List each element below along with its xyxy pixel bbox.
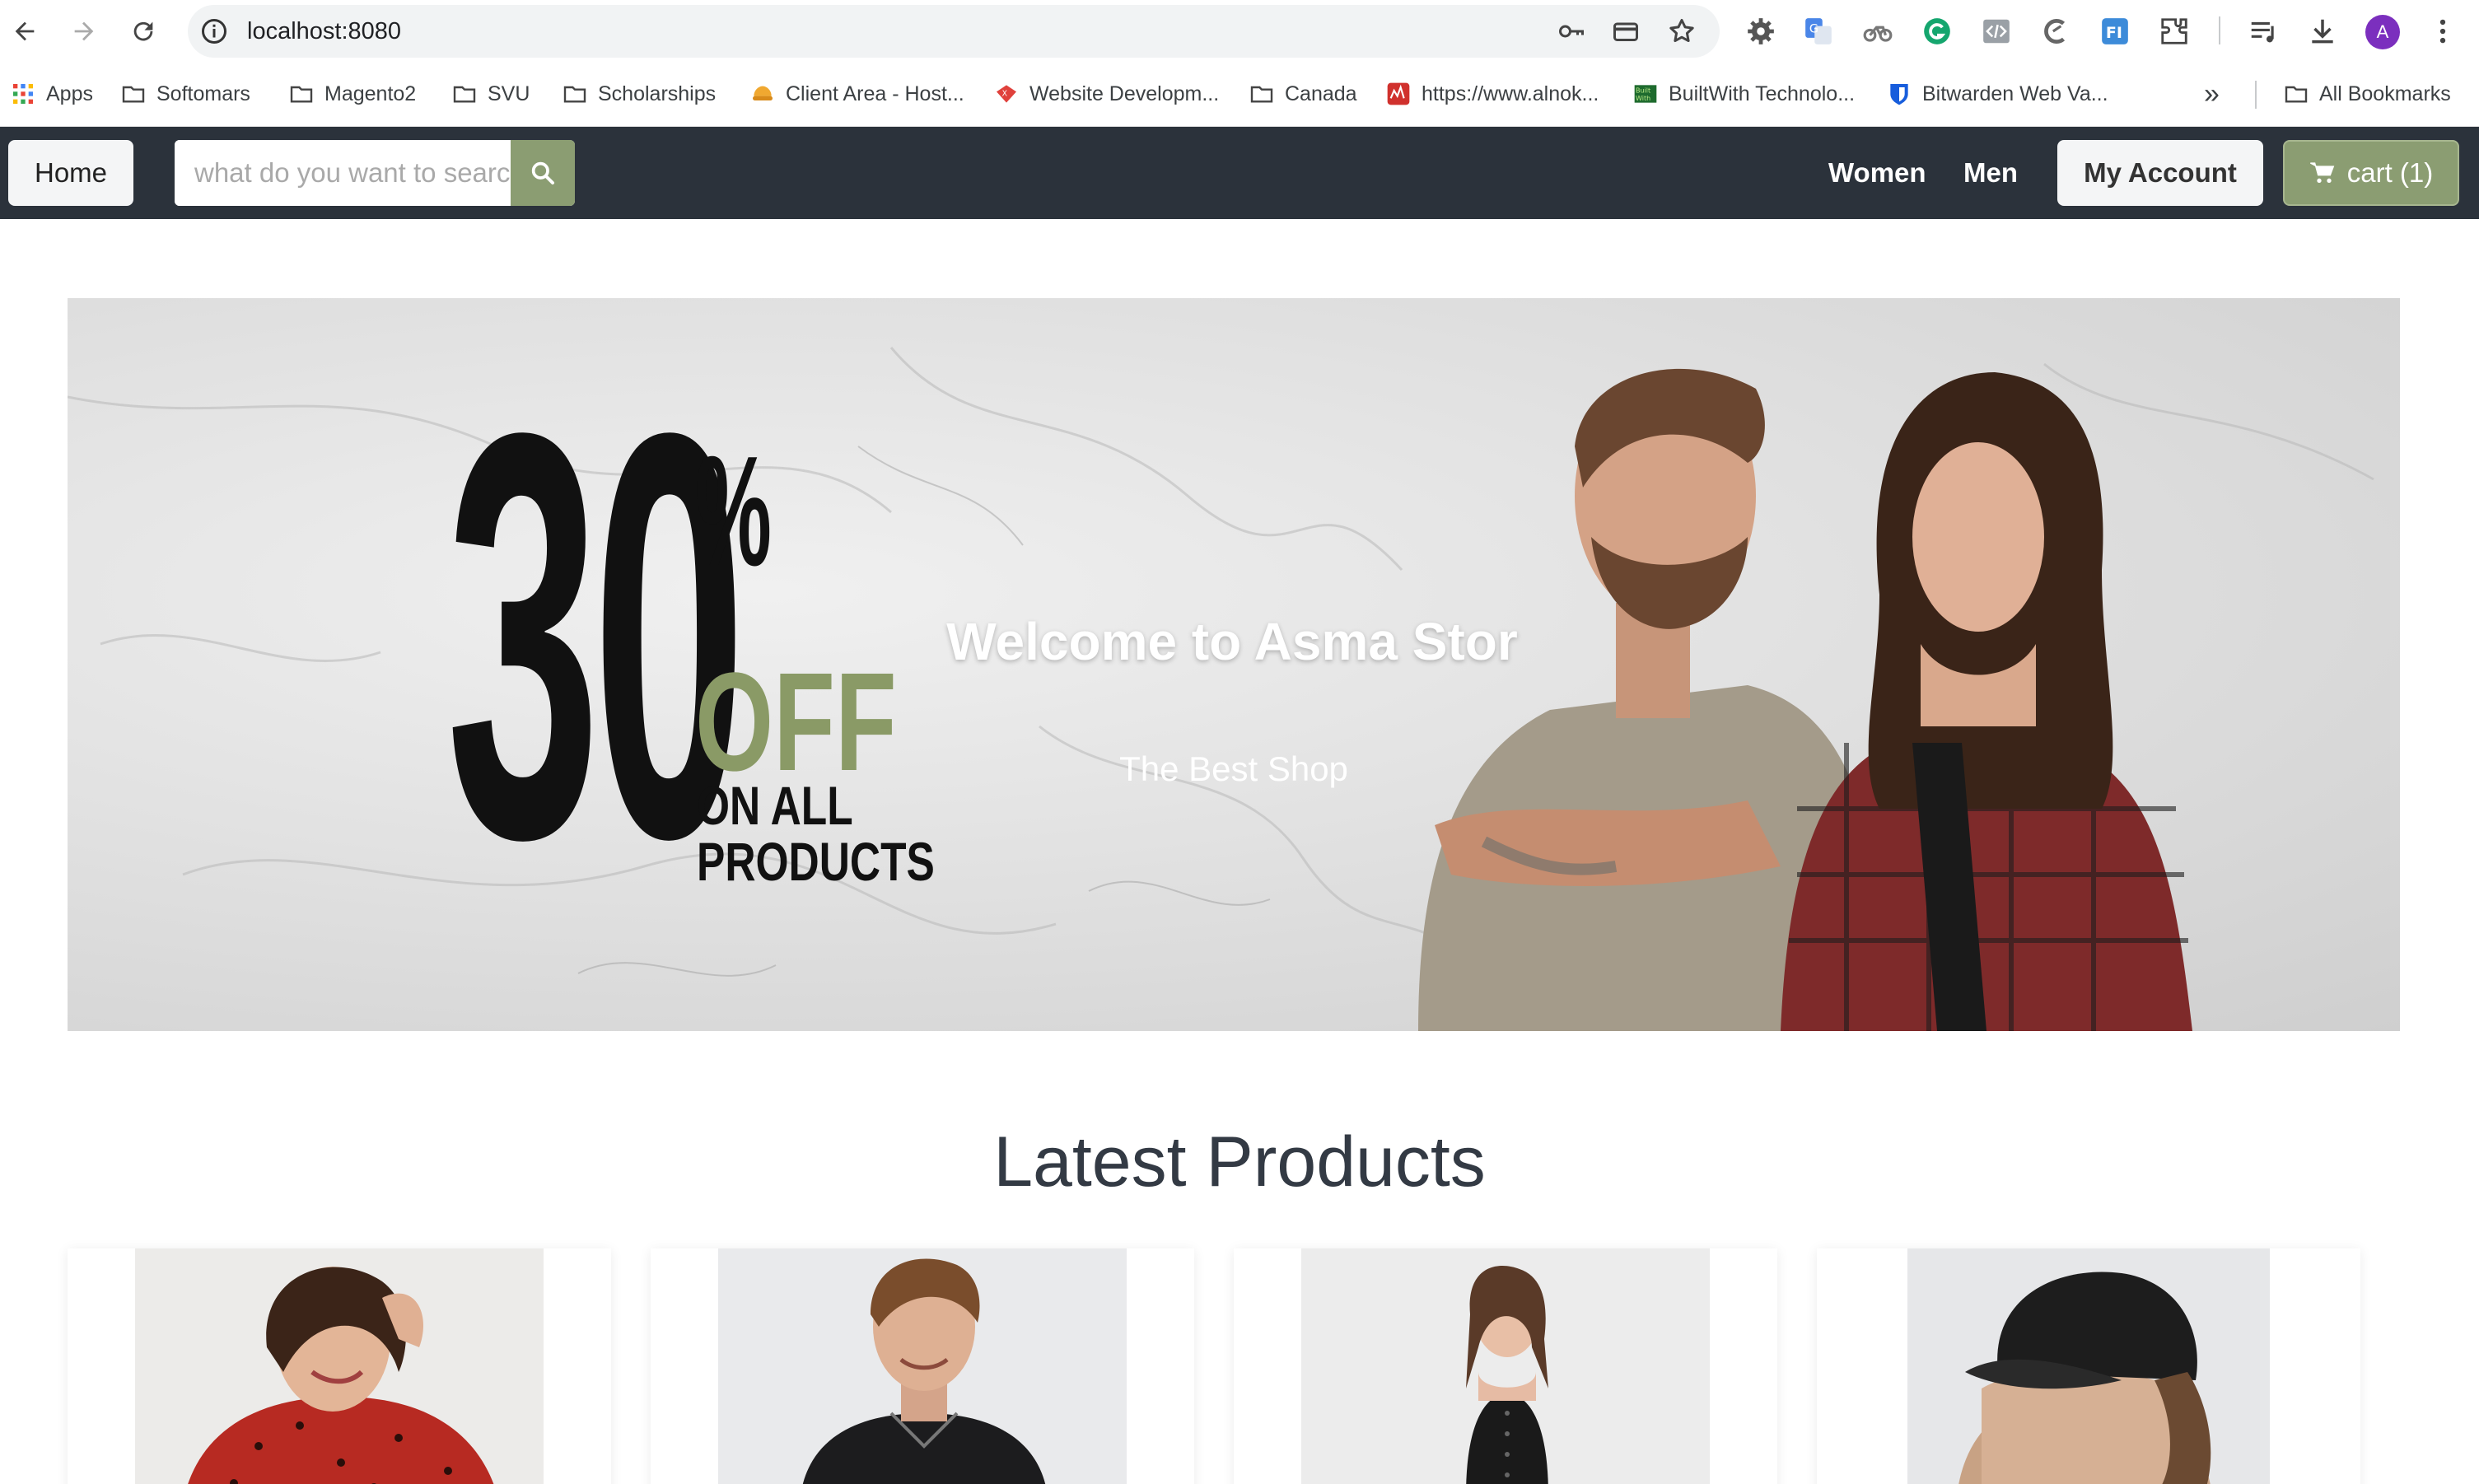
cart-label: cart (1) xyxy=(2346,157,2434,188)
browser-menu-icon[interactable] xyxy=(2425,13,2461,49)
browser-toolbar: localhost:8080 G FI A xyxy=(0,0,2479,63)
bookmark-folder-scholarships[interactable]: Scholarships xyxy=(562,77,716,110)
bookmark-label: Apps xyxy=(46,82,93,105)
website-favicon-icon: X xyxy=(993,81,1020,107)
bookmark-label: https://www.alnok... xyxy=(1422,82,1599,105)
extension-fi-icon[interactable]: FI xyxy=(2097,13,2133,49)
hosting-favicon-icon xyxy=(749,81,776,107)
profile-avatar[interactable]: A xyxy=(2365,15,2400,49)
bookmarks-overflow-chevron-icon[interactable]: » xyxy=(2204,77,2220,110)
bookmark-alnok[interactable]: https://www.alnok... xyxy=(1385,77,1599,110)
bookmark-label: Client Area - Host... xyxy=(786,82,964,105)
bookmark-label: Scholarships xyxy=(598,82,717,105)
bookmark-label: SVU xyxy=(488,82,530,105)
bookmark-folder-svu[interactable]: SVU xyxy=(451,77,530,110)
svg-text:FI: FI xyxy=(2106,24,2122,42)
product-image-man-black-polo[interactable] xyxy=(718,1248,1127,1484)
nav-link-men[interactable]: Men xyxy=(1963,152,2018,194)
bookmark-bitwarden[interactable]: Bitwarden Web Va... xyxy=(1886,77,2108,110)
alnok-favicon-icon xyxy=(1385,81,1412,107)
builtwith-favicon-icon: Built With xyxy=(1632,81,1659,107)
folder-icon xyxy=(2283,81,2309,107)
hero-banner: 30 % OFF ON ALL PRODUCTS Welcome to Asma… xyxy=(68,298,2400,1031)
bookmark-client-area[interactable]: Client Area - Host... xyxy=(749,77,964,110)
nav-link-women[interactable]: Women xyxy=(1828,152,1926,194)
back-button[interactable] xyxy=(5,12,44,51)
google-translate-icon[interactable]: G xyxy=(1800,13,1837,49)
bookmark-label: Canada xyxy=(1285,82,1357,105)
bookmark-label: BuiltWith Technolo... xyxy=(1669,82,1856,105)
site-navbar: Home Women Men My Account cart (1) xyxy=(0,127,2479,219)
home-button[interactable]: Home xyxy=(8,140,133,206)
folder-icon xyxy=(1249,81,1275,107)
site-info-icon[interactable] xyxy=(199,16,229,46)
svg-text:With: With xyxy=(1636,95,1650,102)
folder-icon xyxy=(288,81,315,107)
search-icon xyxy=(531,161,554,184)
bookmark-website-development[interactable]: X Website Developm... xyxy=(993,77,1219,110)
hero-subtitle: The Best Shop xyxy=(1119,749,1348,788)
address-bar[interactable]: localhost:8080 xyxy=(188,5,1720,58)
apps-grid-icon xyxy=(10,81,36,107)
bookmark-folder-softomars[interactable]: Softomars xyxy=(120,77,250,110)
search-button[interactable] xyxy=(511,140,575,206)
promo-line-2: PRODUCTS xyxy=(697,831,935,892)
media-queue-icon[interactable] xyxy=(2245,13,2281,49)
bitwarden-icon xyxy=(1886,81,1912,107)
my-account-button[interactable]: My Account xyxy=(2057,140,2263,206)
extension-gear-icon[interactable] xyxy=(1743,13,1779,49)
product-image-woman-black-dress[interactable] xyxy=(1301,1248,1710,1484)
extension-bike-icon[interactable] xyxy=(1860,13,1896,49)
extensions-puzzle-icon[interactable] xyxy=(2156,13,2192,49)
bookmark-label: Bitwarden Web Va... xyxy=(1922,82,2108,105)
bookmarks-separator xyxy=(2255,81,2257,109)
folder-icon xyxy=(120,81,147,107)
url-text[interactable]: localhost:8080 xyxy=(247,5,401,58)
svg-text:Built: Built xyxy=(1636,87,1650,95)
product-card[interactable] xyxy=(1817,1248,2360,1484)
folder-icon xyxy=(451,81,478,107)
product-card[interactable] xyxy=(1234,1248,1777,1484)
svg-text:X: X xyxy=(1002,90,1008,99)
reload-icon xyxy=(133,21,153,41)
promo-subtext: ON ALL PRODUCTS xyxy=(697,777,935,889)
bookmark-star-icon[interactable] xyxy=(1667,16,1697,46)
bookmark-apps[interactable]: Apps xyxy=(10,77,93,110)
bookmarks-bar: Apps Softomars Magento2 SVU Scholarships… xyxy=(0,63,2479,127)
svg-text:G: G xyxy=(1809,23,1818,36)
search-form xyxy=(175,140,575,206)
shopping-cart-icon xyxy=(2309,162,2335,183)
bookmark-folder-magento2[interactable]: Magento2 xyxy=(288,77,416,110)
reload-button[interactable] xyxy=(124,12,163,51)
product-image-woman-red-shirt[interactable] xyxy=(135,1248,544,1484)
downloads-icon[interactable] xyxy=(2304,13,2341,49)
bookmark-label: Magento2 xyxy=(324,82,417,105)
product-image-woman-black-cap[interactable] xyxy=(1907,1248,2270,1484)
bookmark-folder-canada[interactable]: Canada xyxy=(1249,77,1357,110)
hero-woman-figure xyxy=(1781,372,2192,1031)
bookmark-label: Website Developm... xyxy=(1029,82,1220,105)
payment-card-icon[interactable] xyxy=(1611,16,1641,46)
all-bookmarks[interactable]: All Bookmarks xyxy=(2283,77,2451,110)
bookmark-builtwith[interactable]: Built With BuiltWith Technolo... xyxy=(1632,77,1855,110)
product-card[interactable] xyxy=(68,1248,611,1484)
forward-button[interactable] xyxy=(64,12,104,51)
extension-c-icon[interactable] xyxy=(2038,13,2074,49)
hero-title: Welcome to Asma Stor xyxy=(946,612,1518,671)
product-card[interactable] xyxy=(651,1248,1194,1484)
forward-arrow-icon xyxy=(74,21,94,41)
grammarly-icon[interactable] xyxy=(1919,13,1955,49)
folder-icon xyxy=(562,81,588,107)
toolbar-separator xyxy=(2219,16,2220,44)
back-arrow-icon xyxy=(15,21,35,41)
bookmark-label: All Bookmarks xyxy=(2319,82,2451,105)
promo-percent-sign: % xyxy=(695,424,772,599)
cart-button[interactable]: cart (1) xyxy=(2283,140,2459,206)
search-input[interactable] xyxy=(175,140,511,206)
password-key-icon[interactable] xyxy=(1557,16,1586,46)
latest-products-heading: Latest Products xyxy=(993,1122,1486,1202)
code-extension-icon[interactable] xyxy=(1978,13,2014,49)
bookmark-label: Softomars xyxy=(156,82,250,105)
